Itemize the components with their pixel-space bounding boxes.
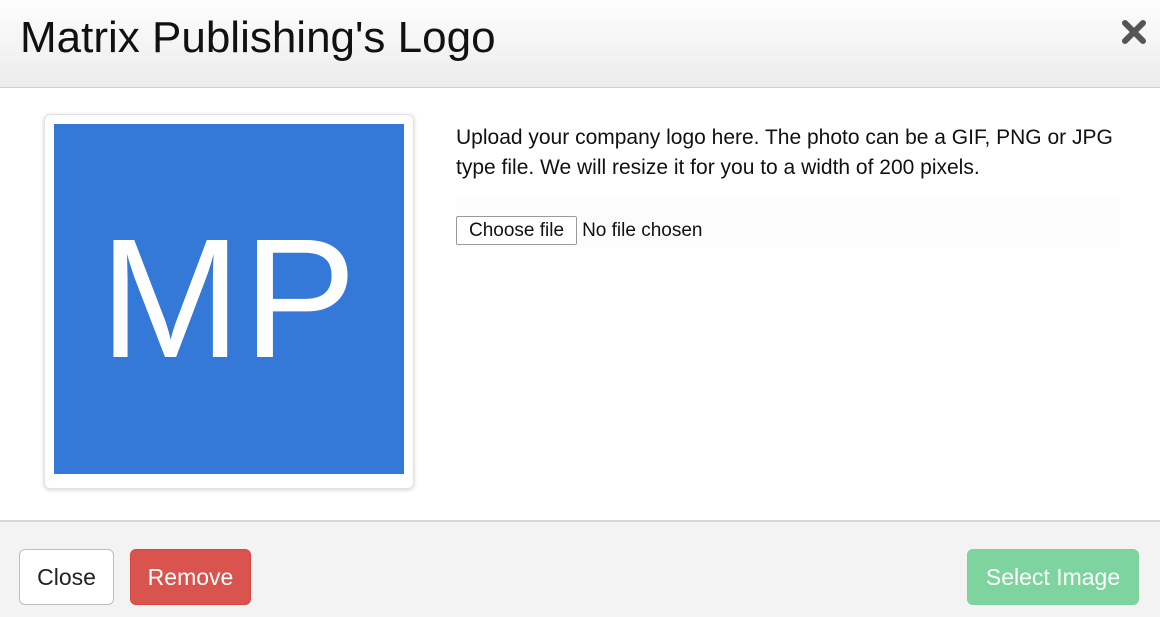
- modal-footer: Close Remove Select Image: [0, 520, 1160, 617]
- select-image-button[interactable]: Select Image: [967, 549, 1139, 605]
- file-input: Choose file No file chosen: [456, 197, 1120, 247]
- close-button[interactable]: Close: [19, 549, 114, 605]
- logo-initials: MP: [99, 204, 359, 394]
- logo-preview-frame: MP: [44, 114, 414, 489]
- logo-preview-image: MP: [54, 124, 404, 474]
- logo-modal: Matrix Publishing's Logo MP Upload your …: [0, 0, 1160, 617]
- file-status-text: No file chosen: [582, 220, 703, 241]
- choose-file-button[interactable]: Choose file: [456, 216, 578, 245]
- modal-title: Matrix Publishing's Logo: [20, 13, 496, 62]
- modal-header: Matrix Publishing's Logo: [0, 0, 1160, 88]
- remove-button[interactable]: Remove: [130, 549, 251, 605]
- close-x-icon[interactable]: [1120, 18, 1148, 46]
- modal-body: MP Upload your company logo here. The ph…: [0, 89, 1160, 520]
- upload-description: Upload your company logo here. The photo…: [456, 126, 1113, 179]
